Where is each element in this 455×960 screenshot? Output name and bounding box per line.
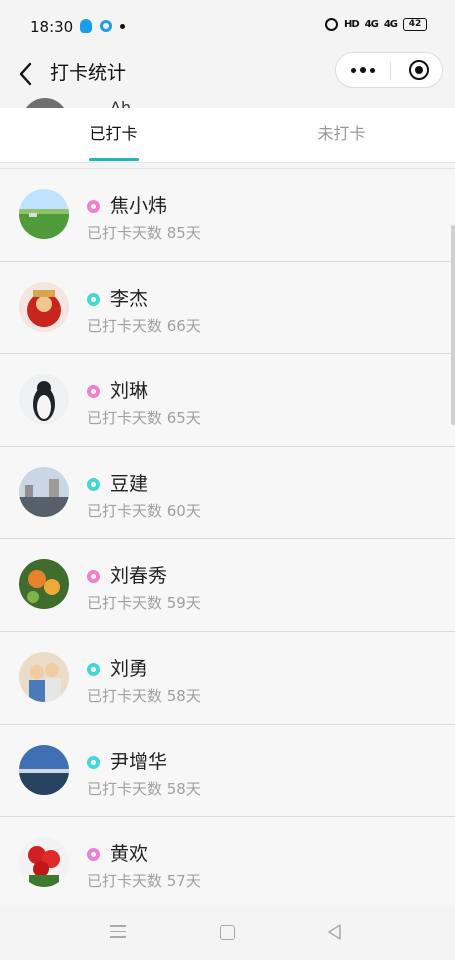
- check-in-days: 已打卡天数 85天: [87, 224, 201, 242]
- list-item[interactable]: 李杰 已打卡天数 66天: [0, 261, 455, 355]
- close-mini-program-button[interactable]: [396, 53, 442, 87]
- home-icon[interactable]: [220, 925, 235, 940]
- more-dot-icon: [360, 67, 366, 73]
- avatar: [19, 837, 69, 888]
- more-button[interactable]: [336, 53, 390, 87]
- list-item[interactable]: 刘春秀 已打卡天数 59天: [0, 539, 455, 632]
- menu-icon[interactable]: [110, 925, 126, 939]
- list-item[interactable]: 豆建 已打卡天数 60天: [0, 446, 455, 540]
- female-icon: [87, 570, 100, 584]
- avatar: [19, 281, 69, 332]
- page-title: 打卡统计: [50, 62, 127, 84]
- female-icon: [87, 385, 100, 399]
- scrollbar[interactable]: [451, 225, 455, 425]
- male-icon: [87, 662, 100, 676]
- female-icon: [87, 848, 100, 862]
- back-icon[interactable]: [16, 60, 36, 88]
- member-name: 尹增华: [110, 750, 168, 773]
- member-name: 焦小炜: [110, 195, 168, 217]
- male-icon: [87, 755, 100, 769]
- check-in-days: 已打卡天数 57天: [87, 872, 201, 891]
- list-item[interactable]: 刘琳 已打卡天数 65天: [0, 354, 455, 447]
- notification-icons: [80, 19, 125, 33]
- active-tab-indicator: [89, 158, 139, 161]
- avatar: [19, 651, 69, 702]
- tab-bar: 已打卡 未打卡: [0, 108, 455, 163]
- list-item[interactable]: 尹增华 已打卡天数 58天: [0, 724, 455, 818]
- more-notifications-icon: [120, 23, 125, 29]
- avatar: [19, 189, 69, 239]
- member-name: Ah: [110, 98, 132, 108]
- list-item[interactable]: 焦小炜 已打卡天数 85天: [0, 169, 455, 262]
- more-dot-icon: [351, 67, 356, 73]
- list-item[interactable]: 黄欢 已打卡天数 57天: [0, 817, 455, 910]
- member-name: 李杰: [110, 287, 149, 310]
- avatar: [19, 744, 69, 795]
- check-in-days: 已打卡天数 66天: [87, 316, 201, 335]
- member-name: 黄欢: [110, 843, 149, 866]
- check-in-days: 已打卡天数 58天: [87, 779, 201, 798]
- mini-program-capsule: [335, 52, 443, 88]
- female-icon: [87, 200, 100, 213]
- status-bar: 18:30 HD 4G 4G 42: [0, 0, 455, 52]
- scrolled-list-item: Ah: [0, 96, 455, 108]
- member-name: 刘勇: [110, 657, 149, 680]
- more-dot-icon: [370, 67, 375, 73]
- check-in-days: 已打卡天数 65天: [87, 409, 201, 428]
- tab-not-checked-in[interactable]: 未打卡: [228, 108, 455, 163]
- member-name: 刘春秀: [110, 565, 168, 588]
- list-item[interactable]: 刘勇 已打卡天数 58天: [0, 631, 455, 725]
- avatar: [22, 98, 68, 108]
- signal-icon-1: 4G: [364, 19, 379, 30]
- alarm-icon: [324, 18, 338, 31]
- status-indicators: HD 4G 4G 42: [324, 18, 427, 31]
- signal-icon-2: 4G: [383, 19, 398, 30]
- qq-icon: [80, 19, 92, 33]
- check-in-days: 已打卡天数 59天: [87, 594, 201, 613]
- member-name: 豆建: [110, 472, 149, 495]
- battery-icon: 42: [403, 18, 427, 31]
- avatar: [19, 559, 69, 610]
- member-name: 刘琳: [110, 380, 149, 403]
- system-navigation-bar: [0, 905, 455, 960]
- avatar: [19, 466, 69, 517]
- check-in-days: 已打卡天数 58天: [87, 686, 201, 705]
- male-icon: [87, 477, 100, 491]
- capsule-divider: [390, 62, 391, 80]
- check-in-days: 已打卡天数 60天: [87, 501, 201, 520]
- male-icon: [87, 292, 100, 306]
- avatar: [19, 374, 69, 425]
- hd-indicator: HD: [343, 19, 360, 30]
- status-time: 18:30: [30, 18, 74, 36]
- member-list: 焦小炜 已打卡天数 85天 李杰 已打卡天数 66天 刘琳 已打卡天数 65天 …: [0, 169, 455, 910]
- tab-checked-in[interactable]: 已打卡: [0, 108, 227, 163]
- back-triangle-icon[interactable]: [325, 922, 345, 942]
- app-notification-icon: [100, 20, 112, 32]
- header: 打卡统计: [0, 52, 455, 96]
- target-icon: [409, 60, 429, 80]
